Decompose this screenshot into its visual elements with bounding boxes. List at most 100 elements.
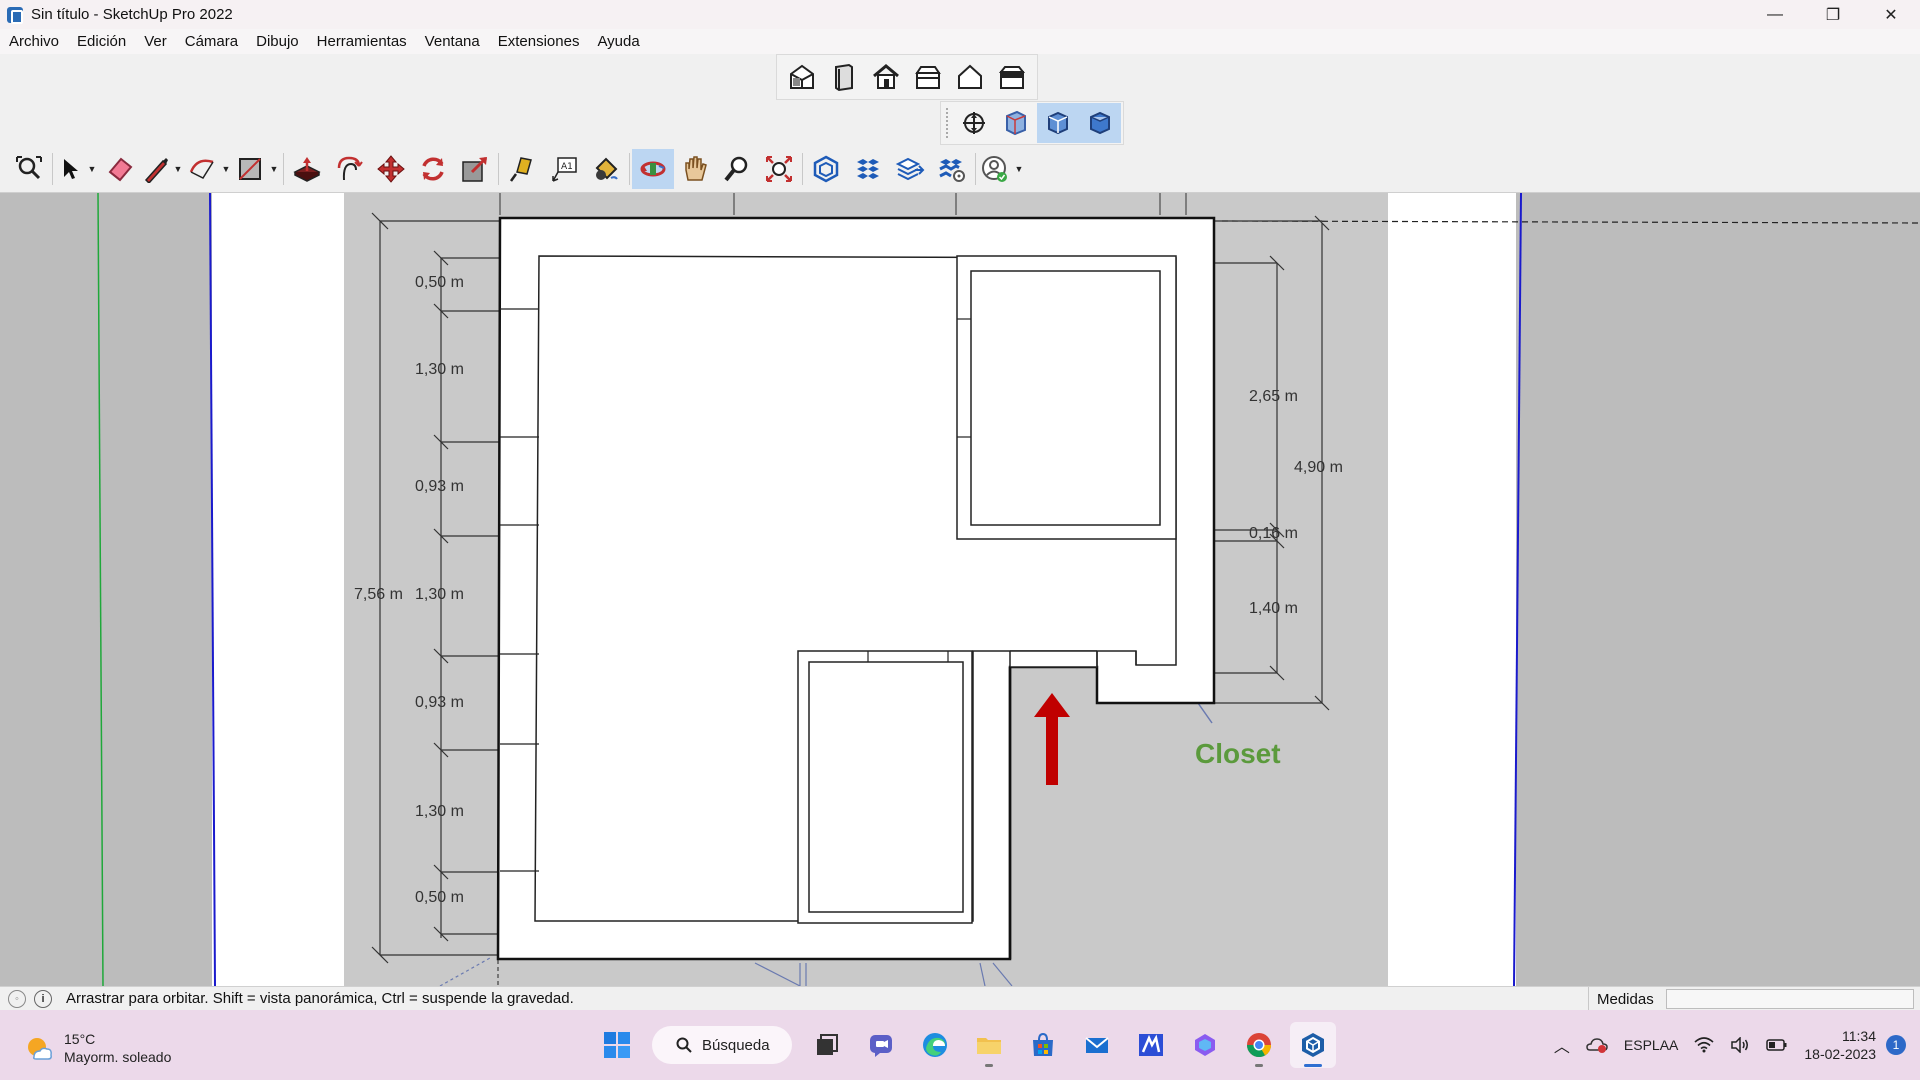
- chevron-up-icon[interactable]: ︿: [1554, 1033, 1570, 1057]
- rotate-icon[interactable]: [412, 149, 454, 189]
- extension-warehouse-icon[interactable]: [847, 149, 889, 189]
- measures-label: Medidas: [1588, 987, 1654, 1011]
- weather-widget[interactable]: 15°C Mayorm. soleado: [24, 1030, 171, 1066]
- model-canvas[interactable]: 0,50 m 1,30 m 0,93 m 1,30 m 0,93 m 1,30 …: [0, 193, 1920, 986]
- menu-ayuda[interactable]: Ayuda: [588, 33, 648, 50]
- menu-dibujo[interactable]: Dibujo: [247, 33, 308, 50]
- arc-icon[interactable]: [185, 149, 219, 189]
- taskbar-search[interactable]: Búsqueda: [652, 1026, 792, 1064]
- toolbar-grip[interactable]: [946, 108, 950, 138]
- mail-icon[interactable]: [1074, 1022, 1120, 1068]
- account-dropdown-arrow[interactable]: ▼: [1012, 149, 1026, 189]
- closet-label: Closet: [1195, 738, 1281, 769]
- clock[interactable]: 11:34 18-02-2023: [1804, 1027, 1876, 1063]
- toolbar-separator: [283, 153, 284, 185]
- edge-browser-icon[interactable]: [912, 1022, 958, 1068]
- rectangle-icon[interactable]: [233, 149, 267, 189]
- zoom-extents-icon[interactable]: [8, 149, 50, 189]
- menu-extensiones[interactable]: Extensiones: [489, 33, 589, 50]
- account-icon[interactable]: [978, 149, 1012, 189]
- iso-view-icon[interactable]: [781, 57, 823, 97]
- dim-left-3: 0,93 m: [415, 478, 464, 495]
- menu-archivo[interactable]: Archivo: [0, 33, 68, 50]
- menu-ver[interactable]: Ver: [135, 33, 176, 50]
- offset-icon[interactable]: [328, 149, 370, 189]
- clock-time: 11:34: [1842, 1028, 1876, 1044]
- scale-icon[interactable]: [454, 149, 496, 189]
- minimize-button[interactable]: —: [1746, 0, 1804, 29]
- main-toolbar: ▼ ▼ ▼ ▼ A1 ▼: [6, 146, 1028, 192]
- right-view-icon[interactable]: [907, 57, 949, 97]
- arc-dropdown-arrow[interactable]: ▼: [219, 149, 233, 189]
- layout-icon[interactable]: [889, 149, 931, 189]
- warehouse-icon[interactable]: [805, 149, 847, 189]
- toolbar-area: ▼ ▼ ▼ ▼ A1 ▼: [0, 54, 1920, 193]
- windows-start-icon[interactable]: [594, 1022, 640, 1068]
- back-edges-icon[interactable]: [995, 103, 1037, 143]
- xray-icon[interactable]: [953, 103, 995, 143]
- paint-bucket-icon[interactable]: [585, 149, 627, 189]
- eraser-icon[interactable]: [99, 149, 141, 189]
- title-bar: Sin título - SketchUp Pro 2022 — ❐ ✕: [0, 0, 1920, 29]
- onedrive-icon[interactable]: [1586, 1036, 1608, 1054]
- left-view-icon[interactable]: [991, 57, 1033, 97]
- weather-temperature: 15°C: [64, 1031, 96, 1047]
- select-dropdown-arrow[interactable]: ▼: [85, 149, 99, 189]
- rectangle-dropdown-arrow[interactable]: ▼: [267, 149, 281, 189]
- chrome-icon[interactable]: [1236, 1022, 1282, 1068]
- language-code: ESP: [1623, 1037, 1652, 1053]
- geo-location-icon[interactable]: ◦: [8, 989, 26, 1008]
- style-toolbar: [940, 101, 1124, 145]
- menu-camara[interactable]: Cámara: [176, 33, 247, 50]
- taskbar-apps: Búsqueda: [590, 1022, 1340, 1068]
- sketchup-taskbar-icon[interactable]: [1290, 1022, 1336, 1068]
- zoom-window-icon[interactable]: [758, 149, 800, 189]
- wifi-icon[interactable]: [1694, 1037, 1714, 1053]
- measures-input[interactable]: [1666, 989, 1914, 1009]
- status-bar: ◦ i Arrastrar para orbitar. Shift = vist…: [0, 986, 1920, 1011]
- top-view-icon[interactable]: [823, 57, 865, 97]
- pan-icon[interactable]: [674, 149, 716, 189]
- dim-right-3: 1,40 m: [1249, 600, 1298, 617]
- menu-edicion[interactable]: Edición: [68, 33, 135, 50]
- hidden-line-icon[interactable]: [1079, 103, 1121, 143]
- dim-left-5: 0,93 m: [415, 694, 464, 711]
- select-icon[interactable]: [55, 149, 85, 189]
- zoom-icon[interactable]: [716, 149, 758, 189]
- microsoft-store-icon[interactable]: [1020, 1022, 1066, 1068]
- front-view-icon[interactable]: [865, 57, 907, 97]
- line-dropdown-arrow[interactable]: ▼: [171, 149, 185, 189]
- info-icon[interactable]: i: [34, 989, 52, 1008]
- copilot-icon[interactable]: [1182, 1022, 1228, 1068]
- notification-badge[interactable]: 1: [1886, 1035, 1906, 1055]
- keyboard-layout: LAA: [1651, 1037, 1679, 1053]
- sketchup-app-icon[interactable]: [7, 6, 23, 24]
- close-button[interactable]: ✕: [1862, 0, 1920, 29]
- restore-button[interactable]: ❐: [1804, 0, 1862, 29]
- battery-icon[interactable]: [1766, 1038, 1788, 1052]
- back-view-icon[interactable]: [949, 57, 991, 97]
- drawing-viewport[interactable]: 0,50 m 1,30 m 0,93 m 1,30 m 0,93 m 1,30 …: [0, 193, 1920, 986]
- dim-left-2: 1,30 m: [415, 361, 464, 378]
- menu-herramientas[interactable]: Herramientas: [308, 33, 416, 50]
- file-explorer-icon[interactable]: [966, 1022, 1012, 1068]
- system-tray: ︿ ESP LAA 11:34 18-02-2023 1: [1546, 1010, 1920, 1080]
- line-icon[interactable]: [141, 149, 171, 189]
- dim-left-1: 0,50 m: [415, 274, 464, 291]
- move-icon[interactable]: [370, 149, 412, 189]
- extension-manager-icon[interactable]: [931, 149, 973, 189]
- teams-chat-icon[interactable]: [858, 1022, 904, 1068]
- wireframe-icon[interactable]: [1037, 103, 1079, 143]
- push-pull-icon[interactable]: [286, 149, 328, 189]
- volume-icon[interactable]: [1730, 1037, 1750, 1053]
- orbit-icon[interactable]: [632, 149, 674, 189]
- search-label: Búsqueda: [702, 1036, 770, 1054]
- task-view-icon[interactable]: [804, 1022, 850, 1068]
- text-icon[interactable]: A1: [543, 149, 585, 189]
- tape-measure-icon[interactable]: [501, 149, 543, 189]
- language-indicator[interactable]: ESP LAA: [1624, 1036, 1678, 1054]
- toolbar-separator: [498, 153, 499, 185]
- design-app-icon[interactable]: [1128, 1022, 1174, 1068]
- windows-taskbar: 15°C Mayorm. soleado Búsqueda ︿ ESP LAA …: [0, 1010, 1920, 1080]
- menu-ventana[interactable]: Ventana: [416, 33, 489, 50]
